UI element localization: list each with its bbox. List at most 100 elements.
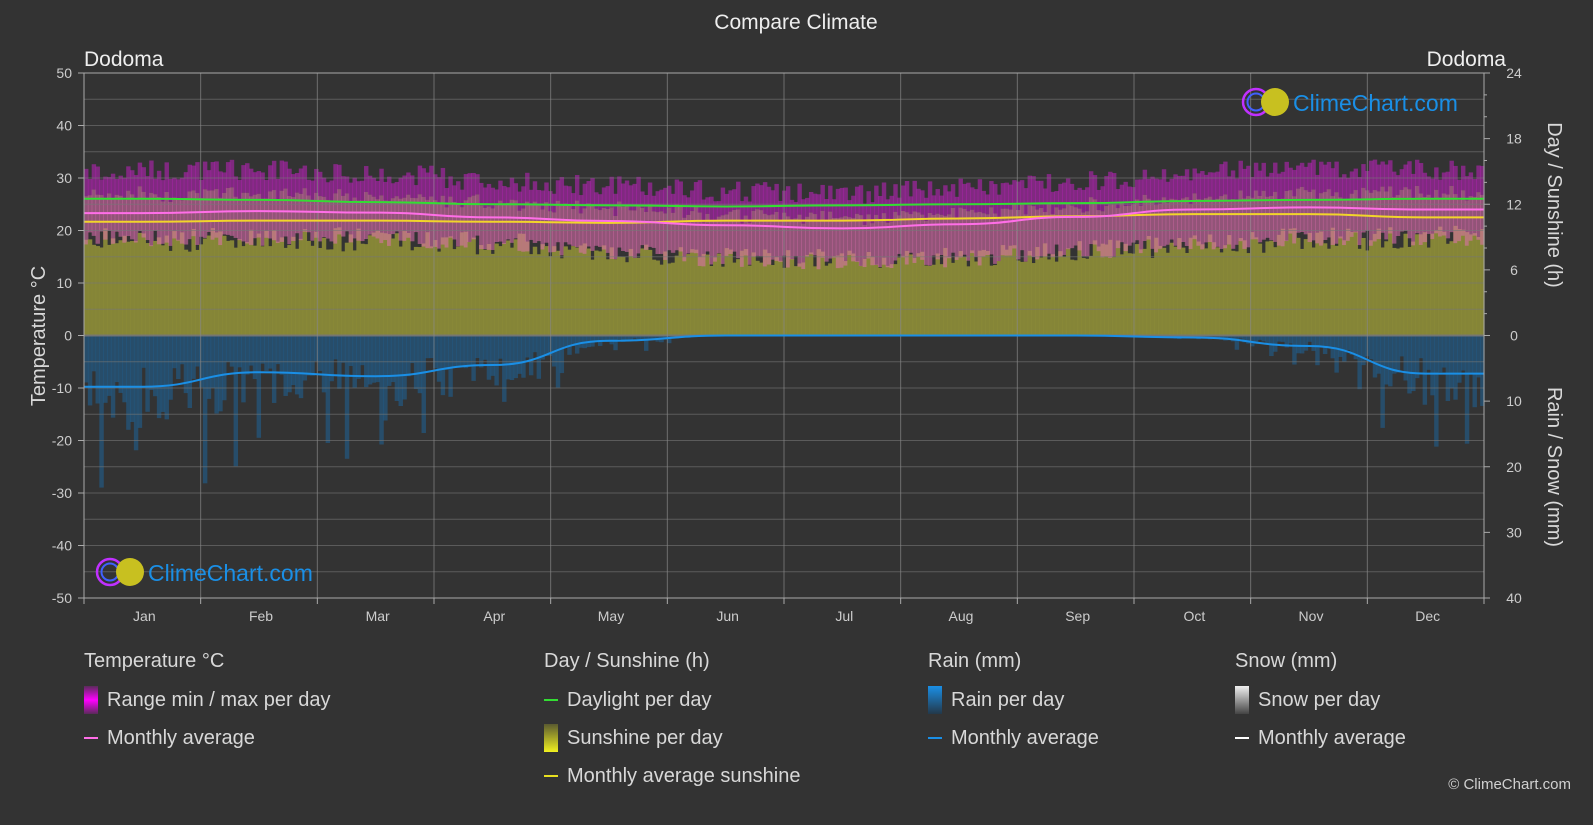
sunshine-bar	[1016, 260, 1021, 336]
sunshine-bar	[789, 258, 795, 336]
temp-range-bar	[670, 212, 676, 253]
temp-range-bar	[567, 186, 572, 205]
sunshine-bar	[513, 239, 519, 336]
temp-range-bar	[291, 197, 296, 241]
sunshine-bar	[1334, 245, 1339, 336]
temp-range-bar	[84, 168, 89, 197]
sunshine-bar	[110, 238, 116, 336]
temp-range-bar	[302, 165, 308, 189]
sunshine-bar	[1088, 255, 1094, 336]
temp-range-bar	[866, 191, 871, 215]
temp-range-bar	[1234, 178, 1240, 202]
temp-range-bar	[720, 187, 726, 216]
temp-range-bar	[1180, 175, 1186, 199]
temp-range-bar	[1265, 196, 1270, 238]
temp-range-bar	[1065, 203, 1071, 250]
sunshine-bar	[1192, 235, 1197, 336]
temp-range-bar	[970, 209, 975, 254]
rain-bar	[333, 335, 338, 360]
sunshine-bar	[1437, 226, 1443, 336]
rain-bar	[1303, 335, 1309, 351]
rain-bar	[1441, 335, 1447, 368]
sunshine-bar	[847, 250, 852, 336]
temp-range-bar	[229, 159, 235, 188]
temp-range-bar	[333, 164, 338, 194]
watermark-text: ClimeChart.com	[148, 560, 313, 586]
sunshine-bar	[674, 255, 680, 336]
temp-range-bar	[762, 213, 768, 267]
temp-range-bar	[137, 186, 143, 231]
temp-range-bar	[1345, 198, 1351, 241]
sunshine-bar	[398, 246, 403, 336]
sunshine-bar	[808, 252, 814, 336]
temp-range-bar	[1207, 196, 1213, 243]
temp-avg-line-icon	[84, 737, 98, 739]
temp-range-bar	[1230, 199, 1236, 249]
sunshine-bar	[509, 247, 515, 336]
temp-range-bar	[214, 161, 219, 190]
temp-range-bar	[927, 213, 933, 266]
temp-range-bar	[463, 200, 469, 248]
sunshine-bar	[176, 239, 181, 336]
x-tick-label: Jun	[716, 608, 739, 624]
temp-range-bar	[1227, 199, 1232, 245]
sunshine-bar	[160, 245, 166, 336]
sunshine-bar	[1096, 246, 1102, 336]
sunshine-bar	[1092, 240, 1098, 336]
temp-range-bar	[99, 179, 104, 196]
temp-range-bar	[195, 193, 200, 245]
temp-range-bar	[509, 177, 515, 200]
sunshine-bar	[532, 246, 538, 336]
sunshine-bar	[183, 249, 189, 336]
temp-range-bar	[609, 207, 614, 259]
rain-bar	[475, 335, 480, 359]
location-right: Dodoma	[1427, 48, 1507, 71]
sunshine-bar	[1276, 234, 1282, 336]
temp-range-bar	[1131, 204, 1136, 243]
sunshine-bar	[1215, 247, 1220, 336]
temp-range-bar	[839, 217, 845, 268]
sunshine-bar	[1388, 227, 1393, 336]
sunshine-bar	[1138, 249, 1144, 336]
rain-bar	[1311, 335, 1316, 351]
sunshine-bar	[1269, 240, 1274, 336]
temp-range-bar	[966, 182, 971, 212]
rain-bar	[291, 335, 296, 386]
temp-range-bar	[252, 172, 258, 195]
rain-bar	[1445, 335, 1451, 401]
rain-bar	[340, 335, 346, 363]
rain-bar	[164, 335, 169, 420]
temp-range-bar	[1434, 189, 1439, 234]
temp-range-bar	[1276, 173, 1282, 200]
temp-range-bar	[1330, 196, 1336, 245]
rain-bar	[103, 335, 108, 403]
sunshine-bar	[149, 245, 154, 336]
temp-range-bar	[789, 219, 795, 260]
x-tick-label: Nov	[1299, 608, 1324, 624]
rain-bar	[1460, 335, 1466, 371]
sunshine-bar	[774, 257, 779, 336]
sunshine-bar	[237, 239, 242, 336]
temp-range-bar	[302, 188, 308, 232]
y-left-tick-label: 40	[56, 118, 72, 134]
sunshine-bar	[989, 265, 994, 336]
temp-range-bar	[551, 212, 557, 252]
sunshine-bar	[555, 250, 561, 336]
temp-range-bar	[364, 166, 369, 193]
sunshine-bar	[916, 253, 921, 336]
temp-range-bar	[716, 216, 722, 254]
sunshine-bar	[713, 257, 718, 336]
rain-bar	[268, 335, 273, 369]
temp-range-bar	[448, 176, 453, 197]
y-right-tick-label: 40	[1506, 590, 1522, 606]
temp-range-bar	[1065, 178, 1071, 204]
temp-range-bar	[935, 189, 940, 214]
temp-range-bar	[314, 192, 319, 238]
x-tick-label: Jan	[133, 608, 156, 624]
temp-range-bar	[935, 213, 940, 260]
sunshine-bar	[126, 241, 131, 336]
sunshine-bar	[716, 253, 722, 336]
sunshine-bar	[877, 267, 883, 336]
temp-range-bar	[1146, 178, 1151, 199]
rain-bar	[176, 335, 181, 380]
